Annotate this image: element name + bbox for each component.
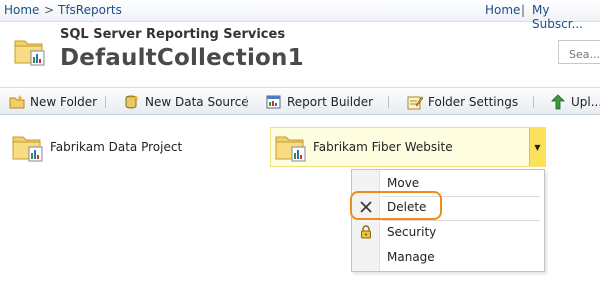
menu-item-security[interactable]: Security	[352, 220, 544, 244]
context-menu: Move Delete Security Manage	[351, 169, 545, 272]
menu-item-label: Move	[387, 176, 420, 190]
new-data-source-button[interactable]: New Data Source	[124, 88, 249, 115]
page-title: DefaultCollection1	[60, 45, 304, 71]
links-separator: |	[521, 3, 526, 17]
folder-item-label: Fabrikam Fiber Website	[313, 140, 453, 154]
new-folder-button[interactable]: New Folder	[9, 88, 97, 115]
report-builder-icon	[266, 94, 282, 110]
folder-item-fabrikam-fiber-website[interactable]: Fabrikam Fiber Website ▼	[270, 127, 546, 167]
app-title: SQL Server Reporting Services	[60, 27, 286, 42]
folder-settings-label: Folder Settings	[428, 94, 519, 109]
folder-settings-icon	[407, 94, 424, 110]
folder-item-fabrikam-data-project[interactable]: Fabrikam Data Project	[12, 132, 182, 162]
upload-arrow-icon	[550, 93, 566, 110]
report-builder-label: Report Builder	[287, 94, 374, 109]
menu-item-label: Delete	[387, 200, 427, 214]
folder-report-icon	[14, 36, 46, 66]
breadcrumb-tfsreports-link[interactable]: TfsReports	[58, 3, 122, 17]
home-link[interactable]: Home	[485, 3, 520, 17]
menu-item-label: Manage	[387, 250, 435, 264]
folder-item-label: Fabrikam Data Project	[50, 140, 183, 154]
menu-item-manage[interactable]: Manage	[352, 245, 544, 269]
folder-settings-button[interactable]: Folder Settings	[407, 88, 518, 115]
folder-report-icon	[275, 132, 307, 162]
upload-label: Upl...	[571, 94, 600, 109]
lock-icon	[352, 220, 380, 244]
toolbar-divider	[388, 96, 389, 108]
report-builder-button[interactable]: Report Builder	[266, 88, 373, 115]
new-data-source-label: New Data Source	[145, 94, 249, 109]
breadcrumb-home-link[interactable]: Home	[4, 3, 39, 17]
toolbar-divider	[533, 96, 534, 108]
breadcrumb-separator: >	[44, 3, 55, 17]
my-subscriptions-link[interactable]: My Subscr...	[532, 3, 600, 31]
upload-button[interactable]: Upl...	[550, 88, 600, 115]
new-folder-label: New Folder	[30, 94, 98, 109]
menu-item-move[interactable]: Move	[352, 171, 544, 195]
new-folder-icon	[9, 94, 25, 110]
item-dropdown-button[interactable]: ▼	[529, 128, 545, 166]
toolbar-divider	[246, 96, 247, 108]
chevron-down-icon: ▼	[534, 142, 541, 152]
delete-x-icon	[352, 195, 380, 219]
toolbar-divider	[105, 96, 106, 108]
search-input[interactable]	[558, 40, 600, 64]
new-data-source-icon	[124, 94, 140, 110]
top-navigation-bar: Home > TfsReports Home | My Subscr...	[0, 0, 600, 31]
menu-item-delete[interactable]: Delete	[352, 195, 544, 219]
toolbar: New Folder New Data Source Report Builde…	[0, 87, 600, 115]
menu-item-label: Security	[387, 225, 437, 239]
folder-report-icon	[12, 132, 44, 162]
